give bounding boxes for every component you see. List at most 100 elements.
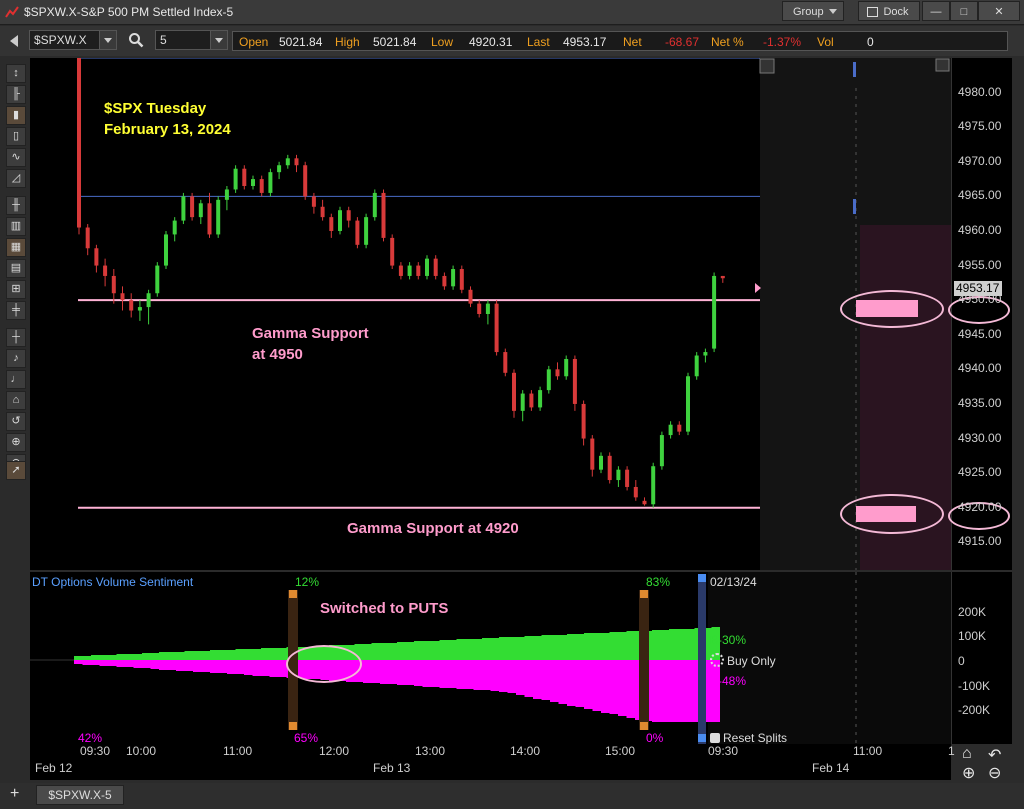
bottom-bar: + $SPXW.X-5 <box>0 783 1024 809</box>
split-handle-bottom[interactable] <box>289 722 297 730</box>
line-tool-icon[interactable]: ∿ <box>6 148 26 167</box>
dock-icon <box>867 7 878 17</box>
undo-icon[interactable]: ↶ <box>988 745 1001 765</box>
date-tick: Feb 12 <box>35 761 73 775</box>
sentiment-green-bar <box>278 648 287 660</box>
close-button[interactable]: ✕ <box>978 1 1020 21</box>
note-tool-icon[interactable]: ♪ <box>6 349 26 368</box>
area-tool-icon[interactable]: ◿ <box>6 169 26 188</box>
candle-body <box>137 307 142 311</box>
sentiment-green-bar <box>380 643 389 660</box>
sentiment-magenta-bar <box>159 660 168 670</box>
sentiment-green-bar <box>524 636 533 660</box>
grid-tool-icon[interactable]: ▦ <box>6 238 26 257</box>
sentiment-green-bar <box>482 638 491 660</box>
zoom-in-icon[interactable]: ⊕ <box>962 763 975 783</box>
sentiment-magenta-bar <box>261 660 270 676</box>
minimize-button[interactable]: — <box>922 1 950 21</box>
sentiment-magenta-bar <box>660 660 669 722</box>
home-icon[interactable]: ⌂ <box>6 391 26 410</box>
reset-splits-button[interactable]: Reset Splits <box>710 731 787 745</box>
time-tick: 11:00 <box>853 744 883 758</box>
sentiment-panel[interactable]: DT Options Volume Sentiment 12% 83% 42% … <box>30 572 951 745</box>
candle-body <box>686 376 690 432</box>
menu-icon[interactable] <box>935 58 950 72</box>
chevron-down-icon[interactable] <box>99 31 116 49</box>
split-handle-top[interactable] <box>289 590 297 598</box>
group-dropdown[interactable]: Group <box>782 1 844 21</box>
sentiment-magenta-bar <box>150 660 159 669</box>
sentiment-green-bar <box>218 650 227 660</box>
sentiment-green-bar <box>652 630 661 660</box>
volume-tool-icon[interactable]: ▥ <box>6 217 26 236</box>
layout-tool-icon[interactable]: ⊞ <box>6 280 26 299</box>
chart-tab-label: $SPXW.X-5 <box>48 788 112 802</box>
buy-only-control[interactable]: Buy Only <box>710 653 776 668</box>
dock-button[interactable]: Dock <box>858 1 920 21</box>
sentiment-magenta-bar <box>711 660 720 722</box>
sentiment-magenta-bar <box>465 660 474 689</box>
pointer-tool-icon[interactable]: ➚ <box>6 461 26 480</box>
sentiment-tick: 100K <box>958 629 987 643</box>
sentiment-scale[interactable]: 200K 100K 0 -100K -200K <box>951 572 1012 744</box>
sentiment-magenta-bar <box>133 660 142 668</box>
session-handle-top[interactable] <box>698 574 706 582</box>
chart-tab[interactable]: $SPXW.X-5 <box>36 785 124 805</box>
sentiment-green-bar <box>609 632 618 660</box>
price-tick: 4960.00 <box>958 222 1002 237</box>
search-icon[interactable] <box>128 32 144 48</box>
sentiment-magenta-bar <box>397 660 406 685</box>
sentiment-green-bar <box>82 656 91 660</box>
sentiment-green-bar <box>456 639 465 660</box>
split-tool-icon[interactable]: ╪ <box>6 301 26 320</box>
chevron-down-icon[interactable] <box>210 31 227 49</box>
settings-icon[interactable] <box>759 58 775 74</box>
split-marker-right[interactable] <box>639 590 649 730</box>
sentiment-green-bar <box>227 650 236 660</box>
price-tick: 4925.00 <box>958 465 1002 480</box>
minimize-icon: — <box>930 6 942 18</box>
cursor-tool-icon[interactable]: ↕ <box>6 64 26 83</box>
session-end-bar[interactable] <box>698 574 706 744</box>
study-tool-icon[interactable]: ╫ <box>6 196 26 215</box>
candle-body <box>320 206 325 218</box>
zoom-out-icon[interactable]: ⊖ <box>988 763 1001 783</box>
home-icon[interactable]: ⌂ <box>962 745 972 763</box>
sentiment-magenta-bar <box>201 660 210 672</box>
interval-input[interactable]: 5 <box>155 30 228 50</box>
sentiment-green-bar <box>371 643 380 660</box>
bar-chart-tool-icon[interactable]: ╟ <box>6 85 26 104</box>
candle-body <box>129 300 134 311</box>
split-handle-top[interactable] <box>640 590 648 598</box>
hline-tool-icon[interactable]: ┼ <box>6 328 26 347</box>
maximize-button[interactable]: □ <box>950 1 978 21</box>
candle-body <box>329 217 334 231</box>
sentiment-tick: 0 <box>958 654 965 668</box>
candle-body <box>294 158 299 166</box>
price-chart[interactable]: $SPX Tuesday February 13, 2024 Gamma Sup… <box>30 58 951 570</box>
sentiment-green-bar <box>516 637 525 660</box>
music-tool-icon[interactable]: ♩ <box>6 370 26 389</box>
table-tool-icon[interactable]: ▤ <box>6 259 26 278</box>
price-scale[interactable]: 4953.17 4980.00 4975.00 4970.00 4965.00 4960… <box>948 58 1012 570</box>
undo-icon[interactable]: ↺ <box>6 412 26 431</box>
candle-body <box>207 203 212 235</box>
sentiment-magenta-bar <box>167 660 176 670</box>
price-tick: 4945.00 <box>958 326 1002 341</box>
back-arrow-icon[interactable] <box>10 35 18 47</box>
symbol-input[interactable]: $SPXW.X <box>29 30 117 50</box>
sentiment-green-bar <box>193 651 202 660</box>
candle-tool-icon[interactable]: ▮ <box>6 106 26 125</box>
session-handle-bottom[interactable] <box>698 734 706 742</box>
zoom-in-icon[interactable]: ⊕ <box>6 433 26 452</box>
candle-body <box>355 220 360 245</box>
hollow-candle-tool-icon[interactable]: ▯ <box>6 127 26 146</box>
split-handle-bottom[interactable] <box>640 722 648 730</box>
reset-icon <box>710 733 720 743</box>
candle-body <box>512 372 516 411</box>
sentiment-green-bar <box>91 655 100 660</box>
candle-body <box>607 455 612 481</box>
sentiment-magenta-bar <box>227 660 236 674</box>
add-tab-icon[interactable]: + <box>10 785 19 803</box>
time-axis[interactable]: 09:30 10:00 11:00 12:00 13:00 14:00 15:00 09:30… <box>30 744 955 780</box>
